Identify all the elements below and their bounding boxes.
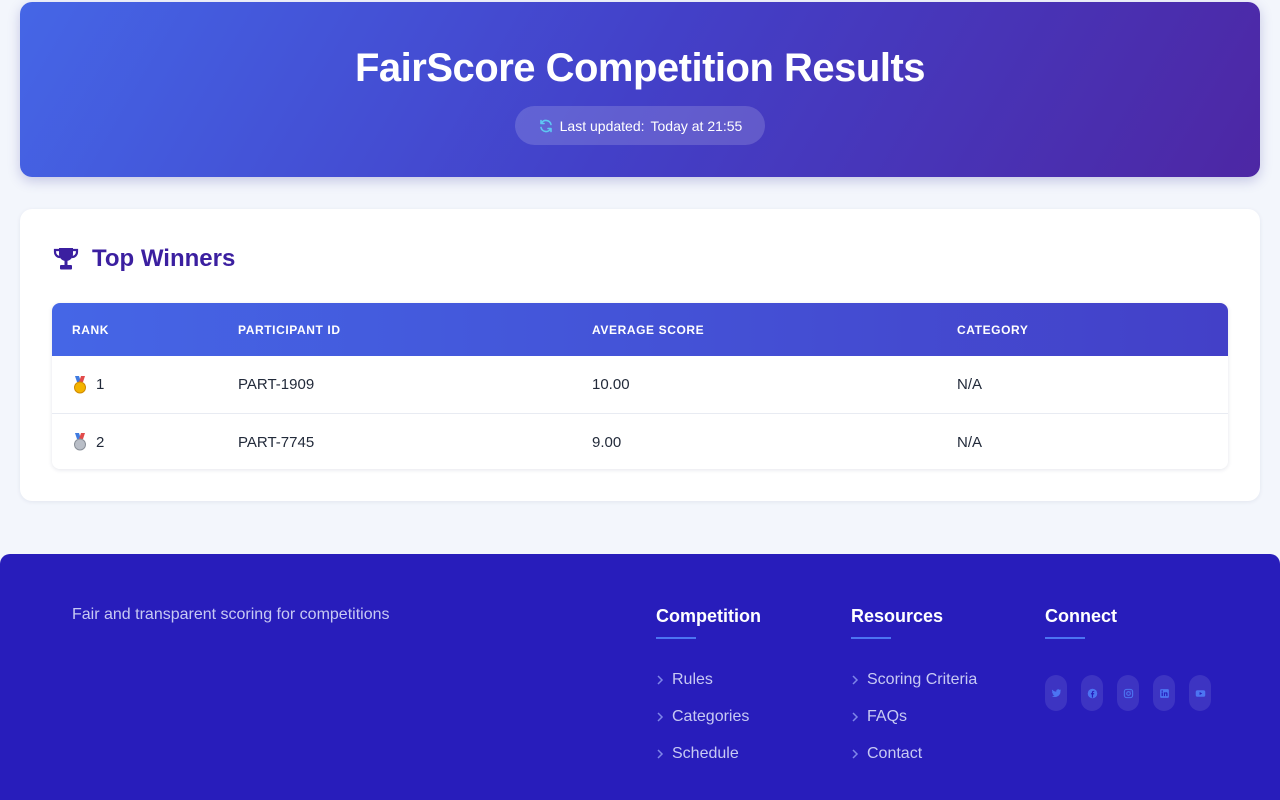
- footer-link-label: Contact: [867, 744, 923, 762]
- instagram-icon: [1123, 688, 1133, 698]
- linkedin-icon: [1159, 688, 1169, 698]
- footer-link-rules[interactable]: Rules: [656, 661, 761, 698]
- last-updated-badge: Last updated: Today at 21:55: [515, 106, 765, 145]
- participant-id-cell: PART-1909: [238, 376, 315, 393]
- top-winners-title: Top Winners: [92, 245, 236, 272]
- page-title: FairScore Competition Results: [354, 46, 926, 90]
- table-row: 2 PART-7745 9.00 N/A: [52, 413, 1228, 469]
- page-footer: Fair and transparent scoring for competi…: [0, 554, 1280, 800]
- winners-table: RANK PARTICIPANT ID AVERAGE SCORE CATEGO…: [52, 303, 1228, 469]
- footer-heading-resources: Resources: [851, 606, 944, 626]
- rank-value: 1: [96, 376, 105, 393]
- chevron-right-icon: [852, 674, 859, 685]
- column-header-average-score: AVERAGE SCORE: [592, 322, 705, 337]
- heading-underline: [656, 637, 696, 639]
- heading-underline: [1045, 637, 1085, 639]
- page-header: FairScore Competition Results Last updat…: [20, 2, 1260, 177]
- last-updated-label: Last updated:: [559, 117, 645, 134]
- footer-link-label: Scoring Criteria: [867, 670, 978, 688]
- rank-value: 2: [96, 433, 105, 451]
- footer-column-competition: Competition Rules Categories Schedule: [656, 606, 761, 772]
- chevron-right-icon: [657, 711, 664, 722]
- footer-link-label: Categories: [672, 707, 750, 725]
- footer-link-label: Schedule: [672, 744, 739, 762]
- column-header-category: CATEGORY: [957, 322, 1029, 337]
- chevron-right-icon: [657, 748, 664, 759]
- top-winners-card: Top Winners RANK PARTICIPANT ID AVERAGE …: [20, 209, 1260, 501]
- rank-cell: 1: [52, 375, 238, 394]
- average-score-cell: 9.00: [592, 433, 622, 451]
- instagram-link[interactable]: [1117, 675, 1139, 711]
- footer-column-resources: Resources Scoring Criteria FAQs Contact: [851, 606, 977, 772]
- column-header-rank: RANK: [72, 322, 110, 337]
- table-row: 1 PART-1909 10.00 N/A: [52, 356, 1228, 413]
- twitter-link[interactable]: [1045, 675, 1067, 711]
- footer-link-contact[interactable]: Contact: [851, 735, 977, 772]
- chevron-right-icon: [852, 711, 859, 722]
- footer-link-label: Rules: [672, 670, 713, 688]
- table-header: RANK PARTICIPANT ID AVERAGE SCORE CATEGO…: [52, 303, 1228, 356]
- chevron-right-icon: [852, 748, 859, 759]
- footer-link-label: FAQs: [867, 707, 908, 725]
- footer-link-scoring-criteria[interactable]: Scoring Criteria: [851, 661, 977, 698]
- category-cell: N/A: [957, 433, 983, 451]
- footer-link-schedule[interactable]: Schedule: [656, 735, 761, 772]
- trophy-icon: [53, 248, 79, 270]
- facebook-link[interactable]: [1081, 675, 1103, 711]
- silver-medal-icon: [74, 433, 86, 451]
- social-links: [1045, 675, 1211, 711]
- twitter-icon: [1051, 688, 1061, 697]
- footer-link-faqs[interactable]: FAQs: [851, 698, 977, 735]
- footer-column-connect: Connect: [1045, 606, 1211, 711]
- gold-medal-icon: [74, 375, 86, 393]
- last-updated-value: Today at 21:55: [650, 117, 743, 134]
- youtube-icon: [1195, 689, 1205, 697]
- average-score-cell: 10.00: [592, 376, 630, 393]
- footer-tagline: Fair and transparent scoring for competi…: [72, 606, 390, 623]
- rank-cell: 2: [52, 433, 238, 451]
- footer-heading-connect: Connect: [1045, 606, 1117, 626]
- linkedin-link[interactable]: [1153, 675, 1175, 711]
- youtube-link[interactable]: [1189, 675, 1211, 711]
- column-header-participant-id: PARTICIPANT ID: [238, 322, 341, 337]
- top-winners-heading: Top Winners: [52, 245, 235, 273]
- refresh-icon: [539, 119, 552, 132]
- category-cell: N/A: [957, 376, 983, 393]
- participant-id-cell: PART-7745: [238, 433, 315, 451]
- heading-underline: [851, 637, 891, 639]
- footer-link-categories[interactable]: Categories: [656, 698, 761, 735]
- facebook-icon: [1087, 688, 1097, 698]
- chevron-right-icon: [657, 674, 664, 685]
- footer-heading-competition: Competition: [656, 606, 761, 626]
